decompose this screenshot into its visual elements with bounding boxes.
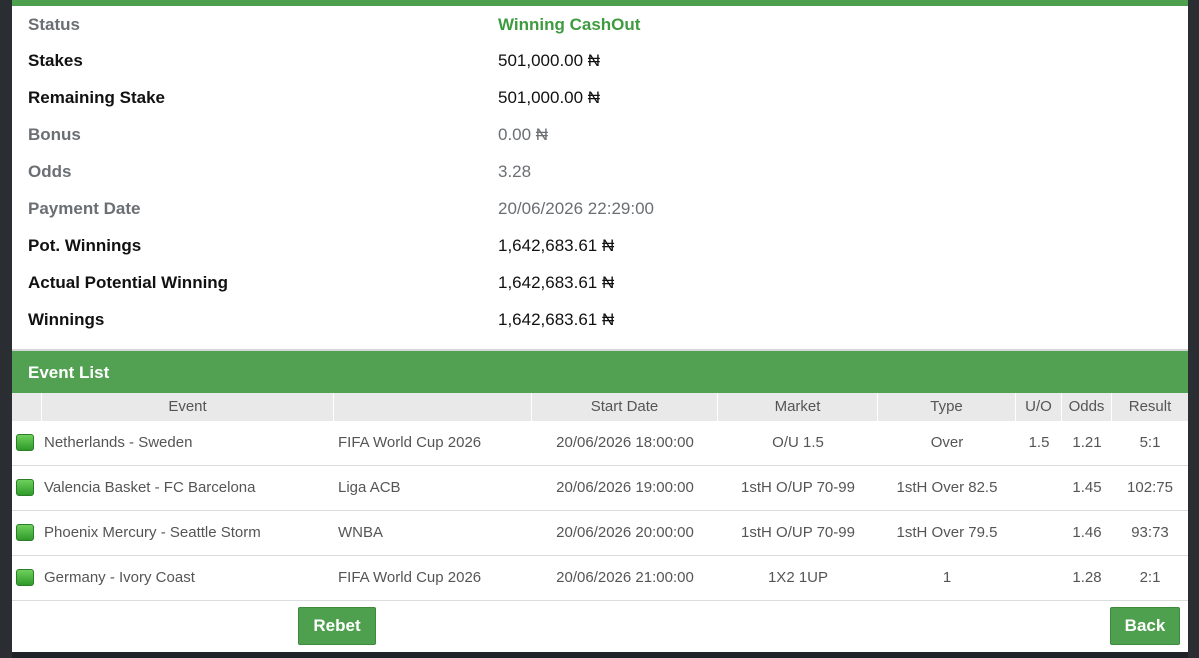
detail-value: 20/06/2026 22:29:00 <box>498 199 654 218</box>
event-type: 1stH Over 82.5 <box>896 479 998 496</box>
detail-label: Odds <box>28 162 72 181</box>
green-status-square-icon <box>16 569 34 586</box>
event-competition: FIFA World Cup 2026 <box>338 434 482 451</box>
detail-value: 1,642,683.61 ₦ <box>498 310 615 329</box>
column-header-event: Event <box>42 393 334 421</box>
event-list-header: Event List <box>12 351 1188 393</box>
event-uo <box>1016 556 1062 600</box>
event-uo <box>1016 511 1062 555</box>
back-button[interactable]: Back <box>1110 607 1180 645</box>
event-market: O/U 1.5 <box>772 434 824 451</box>
event-type: Over <box>930 434 964 451</box>
detail-value: 3.28 <box>498 162 532 181</box>
detail-label: Stakes <box>28 51 83 70</box>
detail-value: 1,642,683.61 ₦ <box>498 236 615 255</box>
green-status-square-icon <box>16 479 34 496</box>
event-competition: WNBA <box>338 524 383 541</box>
event-start-date: 20/06/2026 19:00:00 <box>556 479 694 496</box>
detail-label: Actual Potential Winning <box>28 273 229 292</box>
detail-row-stakes: Stakes 501,000.00 ₦ <box>12 43 1188 80</box>
event-start-date: 20/06/2026 21:00:00 <box>556 569 694 586</box>
event-name: Valencia Basket - FC Barcelona <box>44 479 256 496</box>
table-row[interactable]: Netherlands - Sweden FIFA World Cup 2026… <box>12 421 1188 466</box>
detail-row-odds: Odds 3.28 <box>12 154 1188 191</box>
detail-label: Status <box>28 15 80 34</box>
event-start-date: 20/06/2026 20:00:00 <box>556 524 694 541</box>
event-result: 102:75 <box>1127 479 1173 496</box>
detail-row-remaining-stake: Remaining Stake 501,000.00 ₦ <box>12 80 1188 117</box>
event-market: 1stH O/UP 70-99 <box>741 479 855 496</box>
event-odds: 1.28 <box>1072 569 1102 586</box>
detail-label: Remaining Stake <box>28 88 165 107</box>
bet-details-panel: Status Winning CashOut Stakes 501,000.00… <box>12 0 1188 652</box>
event-uo <box>1016 466 1062 510</box>
column-header-type: Type <box>878 393 1016 421</box>
event-type: 1stH Over 79.5 <box>896 524 998 541</box>
detail-row-bonus: Bonus 0.00 ₦ <box>12 117 1188 154</box>
left-frame <box>0 0 12 658</box>
detail-row-actual-potential-winning: Actual Potential Winning 1,642,683.61 ₦ <box>12 265 1188 302</box>
detail-label: Pot. Winnings <box>28 236 142 255</box>
green-status-square-icon <box>16 434 34 451</box>
column-header-market: Market <box>718 393 878 421</box>
event-list-title: Event List <box>28 363 110 382</box>
detail-row-payment-date: Payment Date 20/06/2026 22:29:00 <box>12 191 1188 228</box>
column-header-status <box>12 393 42 421</box>
bet-details-list: Status Winning CashOut Stakes 501,000.00… <box>12 6 1188 339</box>
event-result: 93:73 <box>1131 524 1169 541</box>
bottom-frame <box>12 652 1188 658</box>
green-status-square-icon <box>16 524 34 541</box>
event-market: 1X2 1UP <box>767 569 829 586</box>
column-header-odds: Odds <box>1062 393 1112 421</box>
event-result: 5:1 <box>1139 434 1161 451</box>
event-odds: 1.45 <box>1072 479 1102 496</box>
detail-value: 1,642,683.61 ₦ <box>498 273 615 292</box>
detail-row-status: Status Winning CashOut <box>12 6 1188 43</box>
event-name: Phoenix Mercury - Seattle Storm <box>44 524 261 541</box>
detail-row-winnings: Winnings 1,642,683.61 ₦ <box>12 302 1188 339</box>
event-competition: Liga ACB <box>338 479 401 496</box>
detail-label: Bonus <box>28 125 81 144</box>
event-name: Netherlands - Sweden <box>44 434 193 451</box>
column-header-start-date: Start Date <box>532 393 718 421</box>
table-row[interactable]: Valencia Basket - FC Barcelona Liga ACB … <box>12 466 1188 511</box>
detail-label: Winnings <box>28 310 105 329</box>
column-header-competition <box>334 393 532 421</box>
table-row[interactable]: Phoenix Mercury - Seattle Storm WNBA 20/… <box>12 511 1188 556</box>
event-type: 1 <box>942 569 952 586</box>
detail-value: 501,000.00 ₦ <box>498 88 601 107</box>
event-market: 1stH O/UP 70-99 <box>741 524 855 541</box>
event-competition: FIFA World Cup 2026 <box>338 569 482 586</box>
right-scroll-area <box>1188 0 1199 658</box>
column-header-uo: U/O <box>1016 393 1062 421</box>
table-row[interactable]: Germany - Ivory Coast FIFA World Cup 202… <box>12 556 1188 601</box>
event-start-date: 20/06/2026 18:00:00 <box>556 434 694 451</box>
event-odds: 1.46 <box>1072 524 1102 541</box>
detail-value: 0.00 ₦ <box>498 125 549 144</box>
detail-label: Payment Date <box>28 199 141 218</box>
event-result: 2:1 <box>1139 569 1161 586</box>
event-odds: 1.21 <box>1072 434 1102 451</box>
detail-row-pot-winnings: Pot. Winnings 1,642,683.61 ₦ <box>12 228 1188 265</box>
detail-value: 501,000.00 ₦ <box>498 51 601 70</box>
column-header-result: Result <box>1112 393 1188 421</box>
status-value: Winning CashOut <box>498 15 641 34</box>
rebet-button[interactable]: Rebet <box>298 607 376 645</box>
event-uo: 1.5 <box>1028 434 1050 451</box>
event-name: Germany - Ivory Coast <box>44 569 195 586</box>
